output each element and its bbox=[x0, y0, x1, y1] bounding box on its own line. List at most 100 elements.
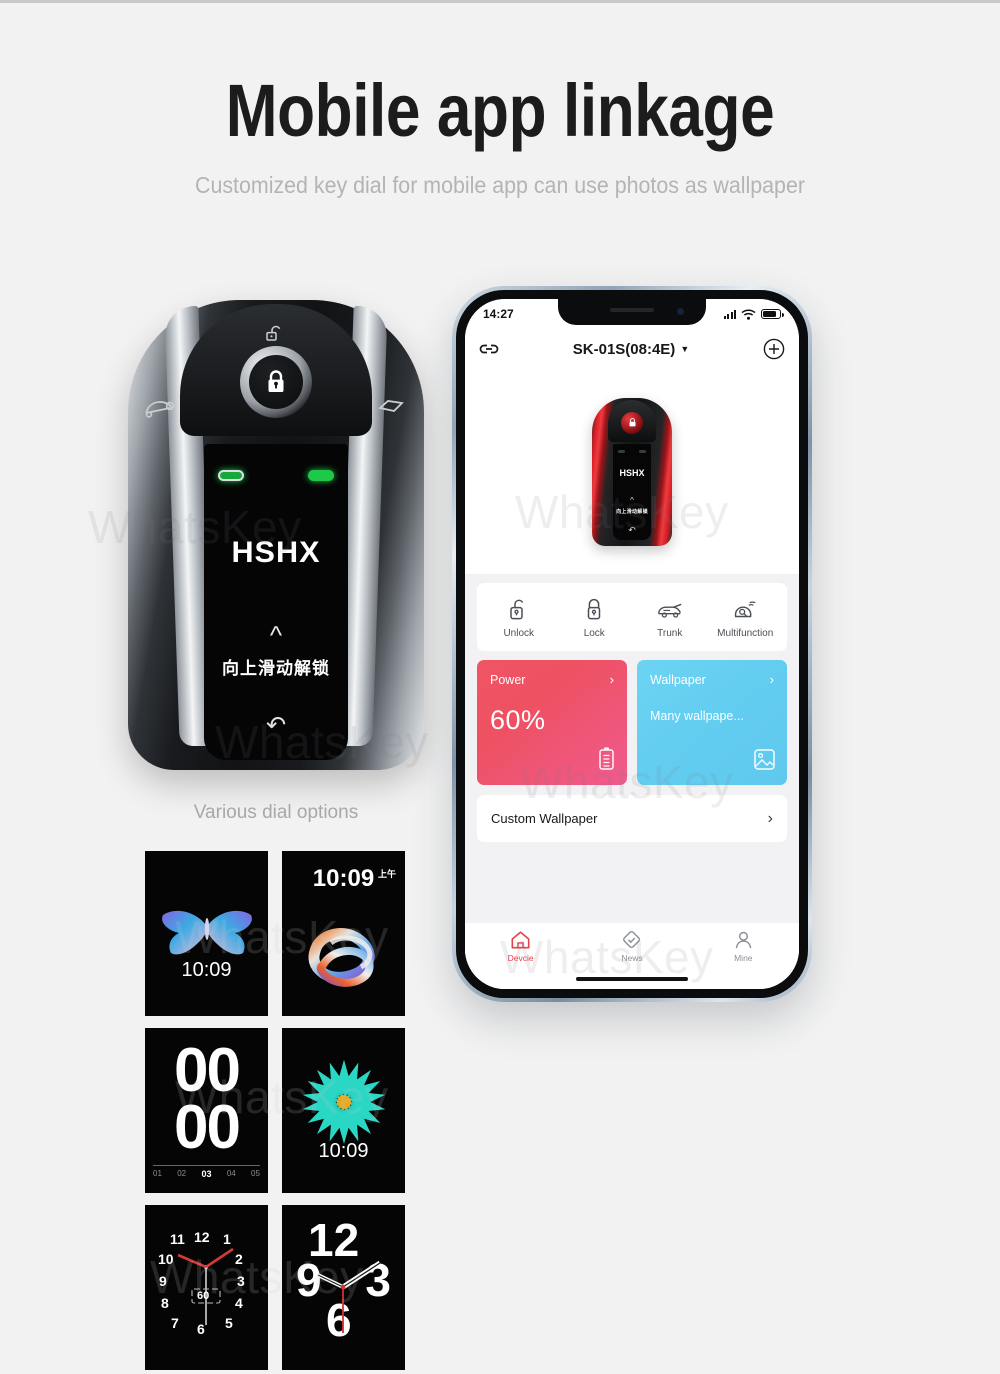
action-trunk[interactable]: Trunk bbox=[632, 597, 708, 639]
lock-button[interactable] bbox=[240, 346, 312, 418]
clock-center-label: 60 bbox=[197, 1290, 210, 1302]
mini-unlock-hint: 向上滑动解锁 bbox=[616, 508, 648, 515]
person-icon bbox=[735, 931, 752, 949]
page-subtitle: Customized key dial for mobile app can u… bbox=[195, 171, 805, 198]
device-name: SK-01S(08:4E) bbox=[572, 340, 676, 358]
padlock-closed-icon bbox=[629, 418, 635, 427]
tab-label: Devcie bbox=[507, 953, 534, 963]
home-icon bbox=[511, 931, 530, 949]
flower-art bbox=[298, 1056, 390, 1153]
power-tile[interactable]: Power › 60% bbox=[477, 660, 627, 785]
dial-digits-bottom: 00 bbox=[174, 1093, 241, 1163]
dial-ampm: 上午 bbox=[377, 869, 396, 879]
padlock-open-icon bbox=[510, 599, 524, 620]
home-indicator bbox=[576, 976, 688, 981]
app-nav-bar: SK-01S(08:4E) ▼ bbox=[465, 329, 799, 369]
link-icon[interactable] bbox=[479, 342, 499, 356]
dial-thumbnail-butterfly[interactable]: 10:09 bbox=[145, 851, 268, 1016]
phone-notch bbox=[558, 299, 706, 325]
plus-circle-icon[interactable] bbox=[763, 338, 785, 360]
device-key-image: HSHX ^ 向上滑动解锁 ↶ bbox=[592, 397, 672, 546]
tile-header: Wallpaper › bbox=[650, 672, 774, 687]
swirl-art bbox=[301, 917, 387, 1000]
tab-mine[interactable]: Mine bbox=[688, 930, 799, 963]
chevron-up-icon: ^ bbox=[269, 620, 283, 650]
tab-news[interactable]: News bbox=[576, 930, 687, 963]
dial-digits: 00 00 bbox=[145, 1036, 268, 1163]
action-unlock[interactable]: Unlock bbox=[481, 597, 557, 639]
dial-options-caption: Various dial options bbox=[193, 802, 359, 823]
phone-mockup: 14:27 SK-01S(08:4E) ▼ HSHX ^ 向上滑动解锁 ↶ Un… bbox=[452, 286, 812, 1002]
scale-tick: 01 bbox=[153, 1169, 162, 1178]
front-camera bbox=[677, 308, 684, 315]
dial-thumbnail-digits[interactable]: 00 00 01 02 03 04 05 bbox=[145, 1028, 268, 1193]
tile-title: Power bbox=[490, 672, 526, 687]
chevron-right-icon: › bbox=[769, 672, 774, 687]
custom-wallpaper-label: Custom Wallpaper bbox=[491, 811, 598, 826]
dial-thumbnail-swirl[interactable]: 10:09 上午 bbox=[282, 851, 405, 1016]
car-signal-icon bbox=[735, 601, 756, 618]
page-title: Mobile app linkage bbox=[225, 69, 775, 152]
scale-tick-active: 03 bbox=[201, 1169, 212, 1179]
tile-title: Wallpaper bbox=[650, 672, 706, 687]
action-label: Lock bbox=[583, 628, 605, 639]
status-time: 14:27 bbox=[483, 307, 514, 321]
fob-brand-text: HSHX bbox=[231, 536, 321, 569]
feature-tiles: Power › 60% Wallpaper › Many wallpape... bbox=[477, 660, 787, 785]
wallpaper-value: Many wallpape... bbox=[650, 709, 744, 723]
device-hero-image: HSHX ^ 向上滑动解锁 ↶ bbox=[465, 369, 799, 574]
battery-vertical-icon bbox=[597, 746, 616, 776]
tab-label: Mine bbox=[734, 953, 753, 963]
phone-bezel: 14:27 SK-01S(08:4E) ▼ HSHX ^ 向上滑动解锁 ↶ Un… bbox=[456, 290, 808, 998]
dial-time: 10:09 bbox=[181, 959, 232, 981]
status-led-right bbox=[308, 470, 334, 481]
power-value: 60% bbox=[490, 705, 546, 735]
car-trunk-icon bbox=[657, 603, 682, 618]
quick-actions-card: Unlock Lock Trunk Multifunction bbox=[477, 583, 787, 651]
dial-digits-top: 00 bbox=[174, 1036, 241, 1105]
padlock-closed-icon bbox=[249, 355, 303, 409]
status-icons bbox=[723, 308, 784, 320]
tile-header: Power › bbox=[490, 672, 614, 687]
mini-fob-screen: HSHX ^ 向上滑动解锁 ↶ bbox=[613, 443, 651, 540]
scale-tick: 05 bbox=[251, 1169, 260, 1178]
trunk-icon[interactable] bbox=[364, 384, 420, 432]
back-arrow-icon: ↶ bbox=[628, 524, 636, 535]
dial-thumbnail-analog[interactable]: 12 1 2 3 4 5 6 7 8 9 10 11 60 bbox=[145, 1205, 268, 1370]
signal-bars-icon bbox=[723, 309, 736, 319]
scale-tick: 04 bbox=[226, 1169, 236, 1178]
custom-wallpaper-row[interactable]: Custom Wallpaper › bbox=[477, 795, 787, 842]
wallpaper-tile[interactable]: Wallpaper › Many wallpape... bbox=[637, 660, 787, 785]
device-selector[interactable]: SK-01S(08:4E) ▼ bbox=[573, 341, 689, 358]
chevron-right-icon: › bbox=[767, 809, 773, 827]
dial-thumbnail-flower[interactable]: 10:09 bbox=[282, 1028, 405, 1193]
padlock-open-icon bbox=[263, 324, 289, 342]
mini-brand-text: HSHX bbox=[619, 467, 645, 478]
padlock-closed-icon bbox=[588, 598, 601, 620]
battery-icon bbox=[761, 309, 784, 319]
mini-led-right bbox=[639, 449, 646, 453]
chevron-up-icon: ^ bbox=[630, 495, 634, 505]
tab-device[interactable]: Devcie bbox=[465, 930, 576, 963]
fob-unlock-hint: 向上滑动解锁 bbox=[222, 659, 330, 678]
car-icon[interactable] bbox=[132, 384, 188, 432]
dial-scale: 01 02 03 04 05 bbox=[153, 1165, 260, 1179]
wifi-icon bbox=[741, 308, 756, 320]
action-label: Trunk bbox=[657, 628, 683, 639]
chevron-right-icon: › bbox=[609, 672, 614, 687]
analog-clock-face: 12 1 2 3 4 5 6 7 8 9 10 11 60 bbox=[145, 1205, 268, 1370]
action-label: Unlock bbox=[503, 628, 535, 639]
mini-led-left bbox=[618, 449, 625, 453]
back-arrow-icon: ↶ bbox=[265, 712, 287, 739]
key-fob-product-image: HSHX ^ 向上滑动解锁 ↶ bbox=[128, 300, 424, 790]
mini-lock-button bbox=[621, 411, 643, 434]
dial-time: 10:09 bbox=[318, 1140, 369, 1162]
scale-tick: 02 bbox=[177, 1169, 187, 1178]
bottom-tab-bar: Devcie News Mine bbox=[465, 923, 799, 989]
tab-label: News bbox=[621, 953, 643, 963]
dial-options-grid: 10:09 10:09 上午 00 00 01 02 03 04 05 10:0… bbox=[145, 851, 405, 1370]
action-multifunction[interactable]: Multifunction bbox=[708, 597, 784, 639]
dial-thumbnail-quarters[interactable]: 12 3 6 9 bbox=[282, 1205, 405, 1370]
action-lock[interactable]: Lock bbox=[557, 597, 633, 639]
app-content: HSHX ^ 向上滑动解锁 ↶ Unlock Lock Trunk Multif… bbox=[465, 369, 799, 989]
